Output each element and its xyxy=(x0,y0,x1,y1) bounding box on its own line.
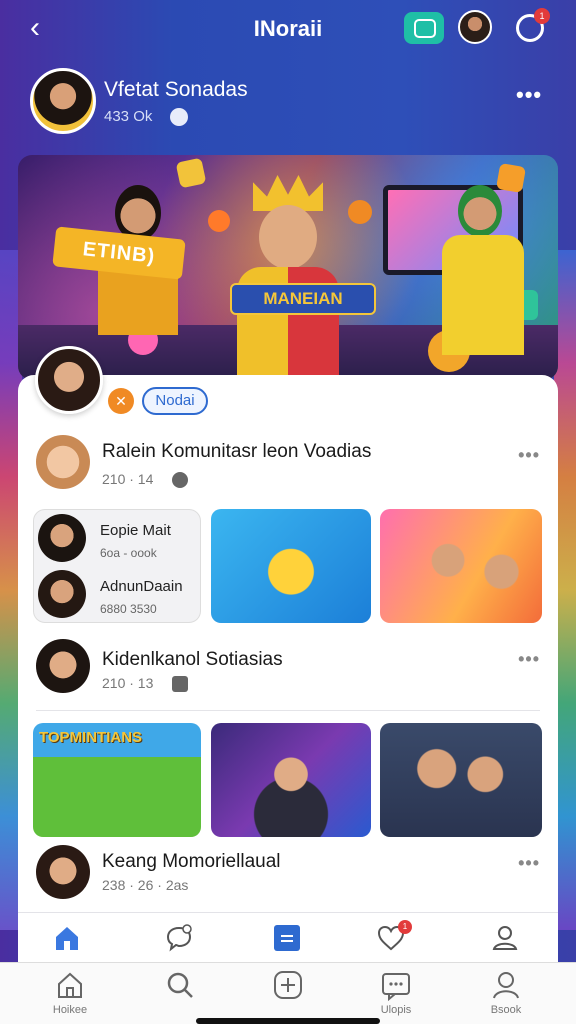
more-options-icon[interactable]: ••• xyxy=(516,82,542,108)
child-figure xyxy=(223,175,353,380)
contact-sub: 6880 3530 xyxy=(100,602,157,616)
tab-messages[interactable]: Ulopis xyxy=(356,969,436,1016)
profile-icon[interactable] xyxy=(490,923,520,953)
community-card: ✕ Nodai Ralein Komunitasr leon Voadias 2… xyxy=(18,375,558,915)
post-meta: 238 · 26 · 2as xyxy=(102,877,189,893)
tab-label: Bsook xyxy=(490,1004,522,1016)
divider xyxy=(36,710,540,711)
contact-name: Eopie Mait xyxy=(100,522,171,539)
post-title: Kidenlkanol Sotiasias xyxy=(102,649,283,670)
post-title: Ralein Komunitasr leon Voadias xyxy=(102,441,372,462)
tab-label: Hoikee xyxy=(52,1004,88,1016)
search-icon xyxy=(164,969,196,1001)
thumbnail-image[interactable]: TOPMINTIANS xyxy=(33,723,201,837)
calendar-icon[interactable] xyxy=(272,923,302,953)
list-item[interactable]: Ralein Komunitasr leon Voadias 210 · 14 … xyxy=(18,431,558,501)
avatar[interactable] xyxy=(458,10,492,44)
contact-name: AdnunDaain xyxy=(100,578,183,595)
more-options-icon[interactable]: ••• xyxy=(518,853,540,874)
thumbnail-image[interactable] xyxy=(380,723,542,837)
tab-bar-top: 1 xyxy=(18,912,558,962)
contact-sub: 6oa - oook xyxy=(100,546,157,560)
more-options-icon[interactable]: ••• xyxy=(518,445,540,466)
banner-sign: MANEIAN xyxy=(230,283,376,315)
thumbnail-caption: TOPMINTIANS xyxy=(39,729,143,746)
avatar xyxy=(38,570,86,618)
tag-pill[interactable]: Nodai xyxy=(142,387,208,415)
post-meta: 210 · 13 xyxy=(102,675,154,691)
thumbnail-image[interactable] xyxy=(211,723,371,837)
tab-add[interactable] xyxy=(248,969,328,1004)
avatar xyxy=(36,435,90,489)
top-bar: ‹ INoraii 1 xyxy=(0,0,576,60)
home-icon[interactable] xyxy=(52,923,82,953)
thumbnail-image[interactable] xyxy=(211,509,371,623)
globe-icon xyxy=(172,472,188,488)
heart-badge: 1 xyxy=(398,920,412,934)
lock-icon xyxy=(170,108,188,126)
person-figure xyxy=(438,185,528,355)
avatar xyxy=(38,514,86,562)
cover-banner[interactable]: ETINB) MANEIAN xyxy=(18,155,558,380)
tab-label: Ulopis xyxy=(380,1004,412,1016)
lock-icon xyxy=(172,676,188,692)
more-options-icon[interactable]: ••• xyxy=(518,649,540,670)
user-icon xyxy=(490,969,522,1001)
chat-icon[interactable] xyxy=(164,923,194,953)
message-icon xyxy=(380,969,412,1002)
list-item[interactable]: Kidenlkanol Sotiasias 210 · 13 ••• xyxy=(18,635,558,705)
profile-name: Vfetat Sonadas xyxy=(104,78,248,101)
avatar xyxy=(36,845,90,899)
home-indicator[interactable] xyxy=(196,1018,380,1024)
list-item[interactable]: Keang Momoriellaual 238 · 26 · 2as ••• xyxy=(18,843,558,903)
contacts-list[interactable]: Eopie Mait 6oa - oook AdnunDaain 6880 35… xyxy=(33,509,201,623)
notification-badge: 1 xyxy=(534,8,550,24)
thumbnail-image[interactable] xyxy=(380,509,542,623)
community-avatar[interactable] xyxy=(35,346,103,414)
sticker-icon xyxy=(175,157,207,189)
post-title: Keang Momoriellaual xyxy=(102,851,281,872)
add-icon xyxy=(272,969,304,1001)
tab-profile[interactable]: Bsook xyxy=(466,969,546,1016)
avatar xyxy=(36,639,90,693)
tab-search[interactable] xyxy=(140,969,220,1004)
tab-bar-bottom: Hoikee Ulopis Bsook xyxy=(0,962,576,1024)
tag-icon[interactable]: ✕ xyxy=(108,388,134,414)
profile-meta: 433 Ok xyxy=(104,108,153,125)
profile-avatar[interactable] xyxy=(30,68,96,134)
tab-home[interactable]: Hoikee xyxy=(30,969,110,1016)
chat-button[interactable] xyxy=(404,12,444,44)
post-meta: 210 · 14 xyxy=(102,471,154,487)
home-icon xyxy=(54,969,86,1001)
